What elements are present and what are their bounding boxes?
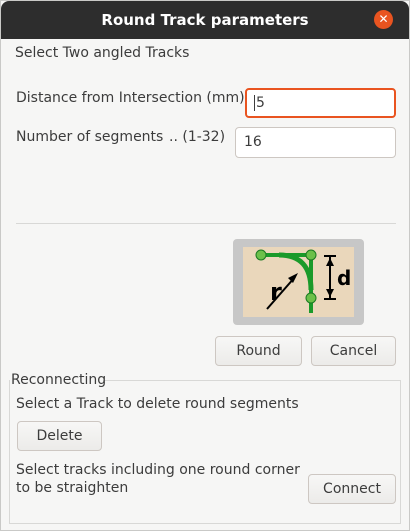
dialog-window: Round Track parameters ✕ Select Two angl… — [0, 0, 410, 531]
distance-value: 5 — [256, 95, 265, 111]
cancel-button[interactable]: Cancel — [311, 336, 396, 366]
straighten-instruction-line2: to be straighten — [16, 480, 129, 496]
close-button[interactable]: ✕ — [374, 10, 393, 29]
delete-instruction: Select a Track to delete round segments — [16, 396, 299, 412]
close-icon: ✕ — [378, 12, 389, 26]
distance-d-label: d — [337, 266, 351, 290]
round-track-icon: r d — [255, 249, 351, 313]
round-arc — [278, 252, 314, 291]
straighten-instruction-line1: Select tracks including one round corner — [16, 462, 300, 478]
node-bottom — [305, 292, 317, 304]
delete-button[interactable]: Delete — [17, 421, 102, 451]
segments-range-label: .. (1-32) — [169, 129, 226, 145]
segments-value: 16 — [244, 134, 262, 150]
round-button[interactable]: Round — [215, 336, 302, 366]
segments-label: Number of segments — [16, 129, 164, 145]
segments-input[interactable]: 16 — [235, 127, 396, 158]
round-track-diagram: r d — [233, 239, 364, 325]
reconnecting-label: Reconnecting — [11, 372, 107, 388]
text-cursor — [254, 95, 255, 111]
node-left — [255, 249, 267, 261]
title-bar[interactable]: Round Track parameters ✕ — [1, 1, 409, 39]
separator — [16, 223, 396, 224]
node-corner — [305, 249, 317, 261]
radius-arrow-head — [288, 273, 298, 283]
instruction-text: Select Two angled Tracks — [15, 45, 190, 61]
dimension-arrow-bottom — [326, 289, 334, 297]
connect-button[interactable]: Connect — [308, 474, 396, 504]
distance-label: Distance from Intersection (mm) — [16, 90, 245, 106]
radius-label: r — [270, 278, 282, 306]
dimension-arrow-top — [326, 258, 334, 266]
window-title: Round Track parameters — [101, 11, 309, 29]
group-border-top — [103, 380, 401, 381]
distance-input[interactable]: 5 — [245, 88, 396, 118]
diagram-background: r d — [243, 247, 354, 317]
